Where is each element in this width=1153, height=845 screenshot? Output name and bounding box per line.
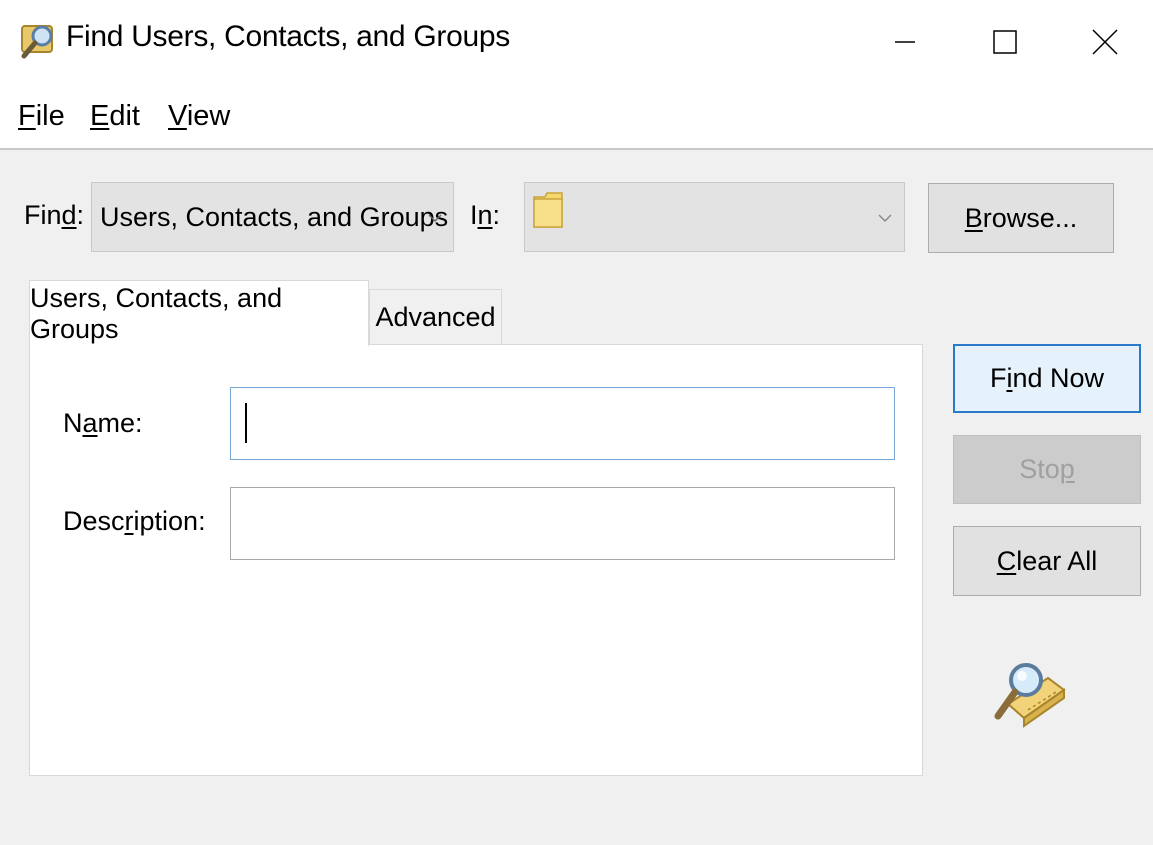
- menu-view[interactable]: View: [168, 100, 230, 133]
- clear-all-accesskey: C: [996, 545, 1017, 576]
- in-label-pre: I: [470, 200, 478, 230]
- close-icon: [1092, 29, 1118, 55]
- name-label-rest: me:: [97, 408, 143, 438]
- minimize-icon: [895, 41, 915, 43]
- find-type-dropdown[interactable]: Users, Contacts, and Groups: [91, 182, 454, 252]
- close-button[interactable]: [1055, 0, 1153, 84]
- name-label-pre: N: [63, 408, 83, 438]
- chevron-down-icon: [878, 214, 892, 223]
- menu-edit[interactable]: Edit: [90, 100, 140, 133]
- search-location-dropdown[interactable]: [524, 182, 905, 252]
- in-label: In:: [470, 200, 500, 231]
- menu-view-accesskey: V: [168, 100, 187, 132]
- menu-file-accesskey: F: [18, 100, 36, 132]
- name-label: Name:: [63, 408, 143, 439]
- name-label-accesskey: a: [82, 408, 98, 438]
- name-field-box[interactable]: [230, 387, 895, 460]
- find-now-button[interactable]: Fi nd Now: [953, 344, 1141, 413]
- maximize-button[interactable]: [955, 0, 1055, 84]
- description-label-pre: Desc: [63, 506, 125, 536]
- chevron-down-icon: [428, 214, 442, 223]
- find-label-accesskey: d: [61, 200, 77, 230]
- clear-all-label-rest: lear All: [1016, 545, 1098, 576]
- menu-file[interactable]: File: [18, 100, 65, 133]
- find-now-label-pre: F: [989, 363, 1007, 393]
- clear-all-button[interactable]: Clear All: [953, 526, 1141, 596]
- window-title: Find Users, Contacts, and Groups: [66, 20, 510, 53]
- menu-file-label-rest: ile: [35, 100, 65, 132]
- description-label: Description:: [63, 506, 206, 537]
- tab-users-contacts-groups[interactable]: Users, Contacts, and Groups: [29, 280, 369, 346]
- maximize-icon: [993, 30, 1017, 54]
- name-input[interactable]: [231, 388, 894, 459]
- in-label-accesskey: n: [477, 200, 493, 230]
- find-type-value: Users, Contacts, and Groups: [100, 202, 449, 232]
- text-caret: [245, 403, 247, 443]
- title-bar: Find Users, Contacts, and Groups: [0, 0, 1153, 84]
- find-label-pre: Fin: [24, 200, 62, 230]
- minimize-button[interactable]: [855, 0, 955, 84]
- stop-accesskey: p: [1059, 454, 1075, 484]
- menu-edit-accesskey: E: [90, 100, 110, 132]
- search-directory-icon: [994, 663, 1066, 728]
- menu-edit-label-rest: dit: [109, 100, 140, 132]
- browse-button[interactable]: Browse...: [928, 183, 1114, 253]
- find-now-label-rest: nd Now: [1012, 363, 1105, 393]
- description-label-accesskey: r: [124, 506, 134, 536]
- find-label-rest: :: [76, 200, 85, 230]
- description-label-rest: iption:: [133, 506, 206, 536]
- find-label: Find:: [24, 200, 84, 231]
- browse-accesskey: B: [964, 202, 983, 233]
- description-input[interactable]: [231, 488, 894, 559]
- menu-bar: File Edit View: [0, 84, 1153, 150]
- stop-button[interactable]: Sto p: [953, 435, 1141, 504]
- in-label-rest: :: [492, 200, 501, 230]
- browse-label-rest: rowse...: [982, 202, 1078, 233]
- stop-label-pre: Sto: [1019, 454, 1060, 484]
- folder-icon: [533, 192, 563, 228]
- tab-advanced[interactable]: Advanced: [369, 289, 502, 345]
- description-field-box[interactable]: [230, 487, 895, 560]
- menu-view-label-rest: iew: [186, 100, 231, 132]
- find-magnifier-icon: [21, 25, 53, 59]
